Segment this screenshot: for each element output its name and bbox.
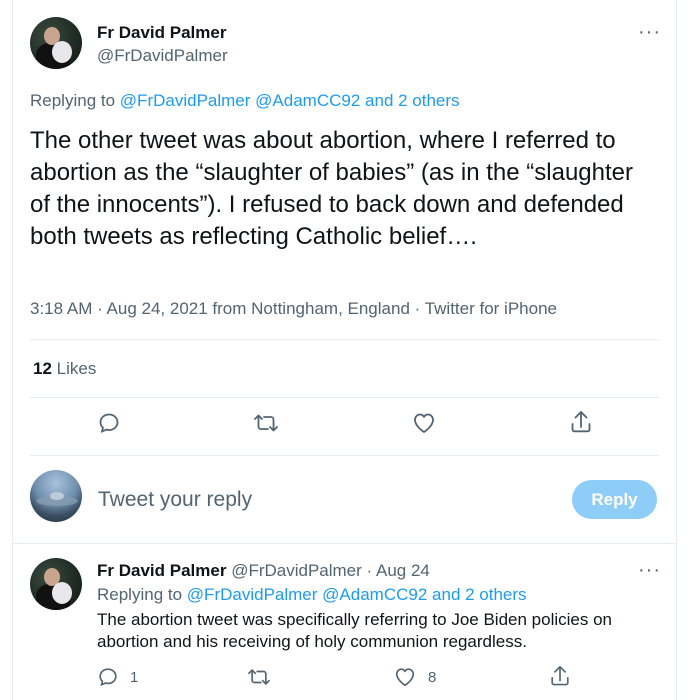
reply-button[interactable]: Reply [572, 480, 657, 519]
divider [30, 397, 659, 398]
divider [30, 339, 659, 340]
left-border [12, 0, 13, 700]
reply-count: 1 [130, 669, 139, 686]
author-handle[interactable]: @FrDavidPalmer [97, 46, 228, 66]
reply-icon[interactable] [96, 665, 120, 689]
likes-count: 12 [33, 359, 52, 378]
others-link[interactable]: and 2 others [365, 91, 460, 110]
author-avatar[interactable] [30, 17, 82, 69]
reply-header: Fr David Palmer @FrDavidPalmer · Aug 24 [97, 561, 430, 581]
divider [30, 455, 659, 456]
tweet-meta: 3:18 AM · Aug 24, 2021 from Nottingham, … [30, 299, 557, 318]
reply-icon[interactable] [96, 410, 122, 436]
divider [12, 543, 676, 544]
author-name[interactable]: Fr David Palmer [97, 561, 226, 580]
tweet-date[interactable]: · Aug 24 [367, 561, 430, 580]
like-count: 8 [428, 669, 437, 686]
replying-prefix: Replying to [30, 91, 116, 110]
author-name[interactable]: Fr David Palmer [97, 23, 226, 43]
tweet-text: The abortion tweet was specifically refe… [97, 610, 612, 651]
replying-to: Replying to @FrDavidPalmer @AdamCC92 and… [30, 91, 460, 111]
mention-link[interactable]: @AdamCC92 [255, 91, 360, 110]
share-icon[interactable] [567, 408, 595, 436]
mention-link[interactable]: @FrDavidPalmer [120, 91, 251, 110]
share-icon[interactable] [547, 663, 573, 689]
reply-input[interactable]: Tweet your reply [98, 488, 252, 512]
author-avatar[interactable] [30, 558, 82, 610]
more-icon[interactable]: ··· [638, 22, 661, 42]
others-link[interactable]: and 2 others [432, 585, 527, 604]
user-avatar[interactable] [30, 470, 82, 522]
like-icon[interactable] [410, 410, 438, 436]
replying-prefix: Replying to [97, 585, 183, 604]
tweet-text: The other tweet was about abortion, wher… [30, 127, 634, 250]
likes-row[interactable]: 12 Likes [33, 359, 96, 379]
mention-link[interactable]: @AdamCC92 [322, 585, 427, 604]
like-icon[interactable] [392, 665, 418, 689]
right-border [676, 0, 677, 700]
likes-label: Likes [56, 359, 97, 378]
more-icon[interactable]: ··· [638, 560, 661, 580]
author-handle[interactable]: @FrDavidPalmer [231, 561, 362, 580]
mention-link[interactable]: @FrDavidPalmer [187, 585, 318, 604]
retweet-icon[interactable] [252, 410, 280, 436]
replying-to: Replying to @FrDavidPalmer @AdamCC92 and… [97, 585, 527, 605]
retweet-icon[interactable] [246, 665, 272, 689]
